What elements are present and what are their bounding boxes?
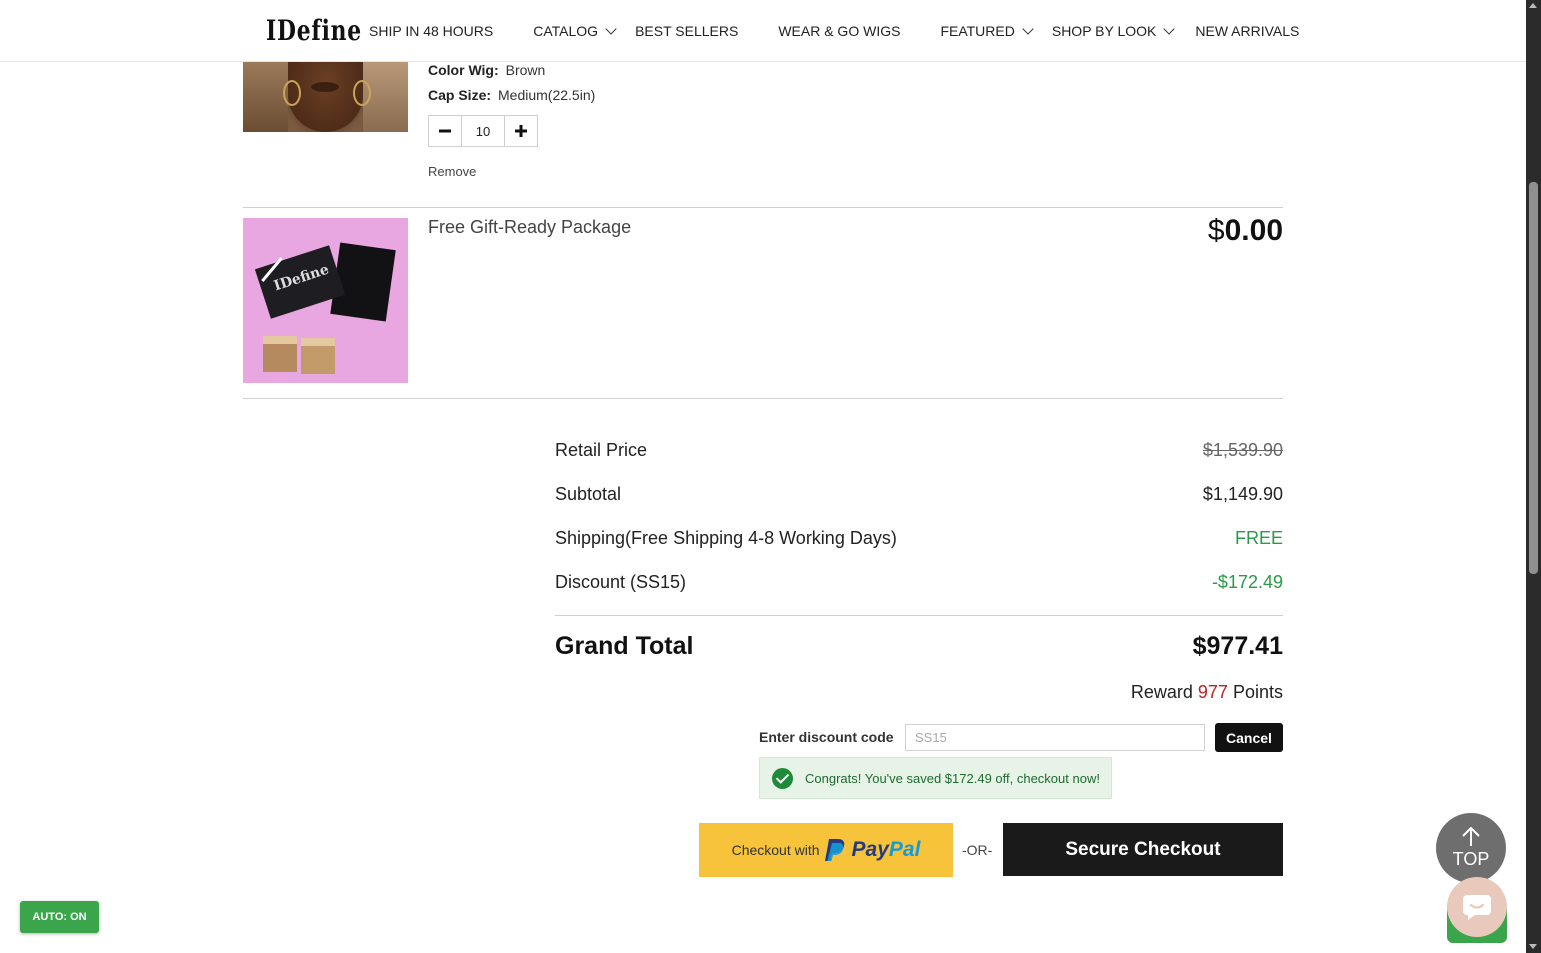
remove-item-link[interactable]: Remove	[428, 164, 476, 179]
nav-label: WEAR & GO WIGS	[778, 23, 901, 39]
success-text: Congrats! You've saved $172.49 off, chec…	[805, 770, 1100, 786]
page-scrollbar[interactable]	[1526, 0, 1541, 953]
arrow-up-icon	[1462, 826, 1480, 846]
quantity-stepper: 10	[428, 115, 538, 147]
cap-size-attribute: Cap Size: Medium(22.5in)	[428, 87, 595, 103]
reward-prefix: Reward	[1130, 682, 1193, 702]
color-attribute: Color Wig: Brown	[428, 62, 545, 78]
scroll-down-arrow-icon[interactable]	[1529, 944, 1537, 949]
grand-total-row: Grand Total $977.41	[555, 632, 1283, 661]
shipping-value: FREE	[1234, 528, 1283, 548]
paypal-logo-icon	[824, 839, 844, 861]
gift-package-image[interactable]: IDefine	[243, 218, 408, 383]
gift-package-title: Free Gift-Ready Package	[428, 217, 632, 237]
summary-divider	[555, 615, 1283, 616]
discount-value: -$172.49	[1211, 572, 1283, 592]
nav-featured[interactable]: FEATURED	[940, 22, 1034, 39]
quantity-increase-button[interactable]	[505, 116, 537, 146]
color-label: Color Wig:	[428, 62, 499, 78]
item-divider	[243, 207, 1283, 208]
price-currency: $	[1207, 214, 1225, 247]
quantity-decrease-button[interactable]	[429, 116, 461, 146]
shipping-row: Shipping(Free Shipping 4-8 Working Days)…	[555, 528, 1283, 549]
grand-total-value: $977.41	[1192, 632, 1283, 660]
chat-button[interactable]	[1447, 877, 1507, 937]
nav-new-arrivals[interactable]: NEW ARRIVALS	[1195, 23, 1299, 39]
scroll-thumb[interactable]	[1529, 182, 1538, 574]
subtotal-value: $1,149.90	[1202, 484, 1283, 504]
price-amount: 0.00	[1224, 214, 1283, 247]
paypal-wordmark: PayPal	[852, 838, 921, 862]
gift-package-price: $0.00	[1208, 214, 1283, 248]
paypal-word-pal: Pal	[888, 838, 921, 861]
chevron-down-icon	[1022, 22, 1034, 35]
top-label: TOP	[1452, 848, 1490, 869]
minus-icon	[439, 129, 451, 133]
paypal-checkout-button[interactable]: Checkout with PayPal	[699, 823, 953, 877]
subtotal-label: Subtotal	[555, 484, 622, 504]
discount-code-input[interactable]: SS15	[905, 724, 1205, 751]
retail-price-row: Retail Price $1,539.90	[555, 440, 1283, 461]
nav-label: SHOP BY LOOK	[1051, 23, 1157, 39]
nav-wear-go-wigs[interactable]: WEAR & GO WIGS	[778, 23, 900, 39]
discount-row: Discount (SS15) -$172.49	[555, 572, 1283, 593]
main-nav: SHIP IN 48 HOURS CATALOG BEST SELLERS WE…	[369, 0, 1299, 62]
chevron-down-icon	[605, 22, 617, 35]
discount-label: Discount (SS15)	[555, 572, 687, 592]
nav-label: CATALOG	[533, 23, 599, 39]
plus-icon	[515, 125, 527, 137]
reward-suffix: Points	[1232, 682, 1283, 702]
nav-ship-48-hours[interactable]: SHIP IN 48 HOURS	[369, 23, 493, 39]
nav-best-sellers[interactable]: BEST SELLERS	[635, 23, 738, 39]
subtotal-row: Subtotal $1,149.90	[555, 484, 1283, 505]
items-end-divider	[243, 398, 1283, 399]
auto-toggle-badge[interactable]: AUTO: ON	[20, 901, 99, 933]
discount-success-message: Congrats! You've saved $172.49 off, chec…	[759, 757, 1112, 799]
nav-catalog[interactable]: CATALOG	[533, 22, 617, 39]
cap-size-value: Medium(22.5in)	[498, 87, 596, 103]
or-separator: -OR-	[962, 842, 993, 858]
secure-checkout-button[interactable]: Secure Checkout	[1003, 823, 1283, 876]
cancel-discount-button[interactable]: Cancel	[1215, 723, 1283, 752]
chevron-down-icon	[1163, 22, 1176, 35]
scroll-up-arrow-icon[interactable]	[1529, 3, 1537, 8]
reward-points: Reward 977 Points	[1131, 682, 1283, 703]
nav-label: NEW ARRIVALS	[1195, 23, 1300, 39]
shipping-label: Shipping(Free Shipping 4-8 Working Days)	[555, 528, 897, 548]
nav-label: BEST SELLERS	[635, 23, 739, 39]
paypal-prefix: Checkout with	[731, 842, 820, 858]
color-value: Brown	[505, 62, 546, 78]
site-logo[interactable]: IDefine	[266, 14, 362, 47]
discount-code-label: Enter discount code	[759, 729, 894, 745]
back-to-top-button[interactable]: TOP	[1436, 813, 1506, 883]
site-header: IDefine SHIP IN 48 HOURS CATALOG BEST SE…	[0, 0, 1526, 62]
chat-bubble-icon	[1463, 895, 1491, 920]
reward-points-value: 977	[1197, 682, 1228, 702]
check-circle-icon	[772, 767, 793, 789]
paypal-word-pay: Pay	[851, 838, 889, 861]
retail-price-value: $1,539.90	[1202, 440, 1283, 460]
nav-label: SHIP IN 48 HOURS	[369, 23, 494, 39]
cap-size-label: Cap Size:	[428, 87, 492, 103]
grand-total-label: Grand Total	[555, 632, 694, 660]
nav-label: FEATURED	[940, 23, 1015, 39]
retail-price-label: Retail Price	[555, 440, 648, 460]
nav-shop-by-look[interactable]: SHOP BY LOOK	[1051, 22, 1176, 39]
quantity-input[interactable]: 10	[461, 116, 505, 146]
wig-product-image[interactable]	[243, 62, 408, 132]
